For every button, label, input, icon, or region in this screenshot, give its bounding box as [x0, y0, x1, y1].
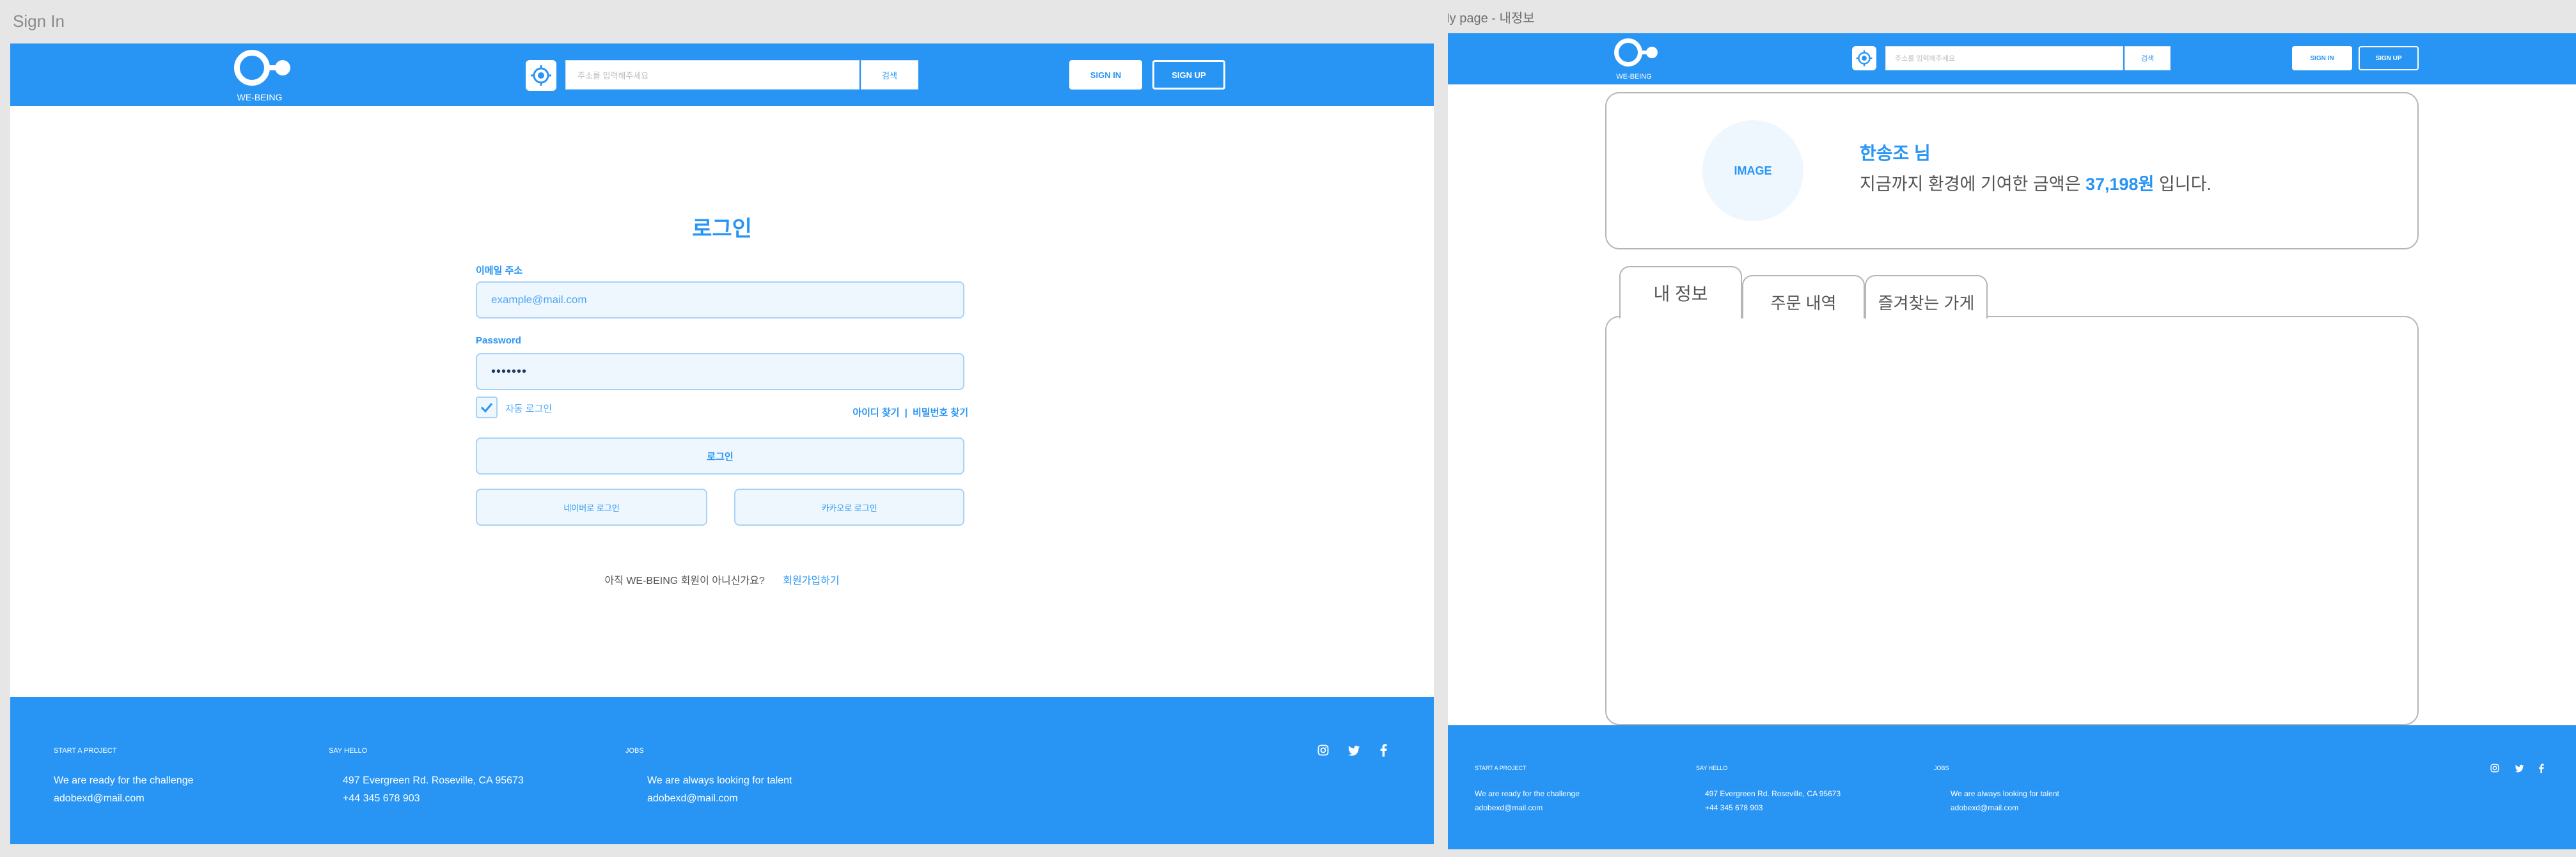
twitter-icon[interactable] — [1347, 743, 1361, 757]
logo[interactable]: WE-BEING — [215, 47, 304, 105]
logo[interactable]: WE-BEING — [1599, 37, 1669, 83]
search-button[interactable]: 검색 — [861, 60, 918, 90]
signin-header: WE-BEING 주소를 입력해주세요 검색 SIGN IN SIGN UP — [10, 43, 1434, 106]
footer-jobs-email[interactable]: adobexd@mail.com — [647, 793, 738, 805]
footer-jobs-email[interactable]: adobexd@mail.com — [1951, 803, 2018, 812]
naver-login-button[interactable]: 네이버로 로그인 — [476, 489, 707, 526]
tab-content-panel — [1605, 316, 2419, 725]
logo-ring-icon — [1614, 38, 1642, 67]
logo-text: WE-BEING — [237, 92, 283, 102]
footer-hello-phone: +44 345 678 903 — [343, 793, 420, 804]
email-placeholder: example@mail.com — [491, 294, 587, 306]
signin-frame: WE-BEING 주소를 입력해주세요 검색 SIGN IN SIGN UP 로… — [10, 43, 1434, 844]
contribution-prefix: 지금까지 환경에 기여한 금액은 — [1860, 175, 2081, 194]
signin-frame-title: Sign In — [13, 12, 65, 31]
search-input[interactable]: 주소를 입력해주세요 — [565, 60, 860, 90]
profile-card: IMAGE 한송조 님 지금까지 환경에 기여한 금액은 37,198원 입니다… — [1605, 92, 2419, 249]
link-divider: | — [904, 407, 907, 418]
not-member-text: 아직 WE-BEING 회원이 아니신가요? — [604, 576, 765, 586]
crosshair-icon — [531, 65, 551, 86]
footer-start-line1: We are ready for the challenge — [1475, 789, 1580, 798]
tab-order-history[interactable]: 주문 내역 — [1742, 275, 1865, 318]
login-heading: 로그인 — [692, 217, 752, 241]
twitter-icon[interactable] — [2513, 762, 2525, 774]
crosshair-icon — [1856, 50, 1873, 67]
find-account-links: 아이디 찾기 | 비밀번호 찾기 — [842, 405, 968, 419]
footer-hello-phone: +44 345 678 903 — [1705, 803, 1763, 812]
contribution-amount: 37,198원 — [2085, 175, 2155, 194]
footer-jobs-heading: JOBS — [625, 747, 644, 755]
kakao-login-button[interactable]: 카카오로 로그인 — [734, 489, 964, 526]
footer-hello-heading: SAY HELLO — [329, 747, 368, 755]
instagram-icon[interactable] — [1316, 743, 1330, 757]
mypage-frame-title: My page - 내정보 — [1448, 12, 1535, 26]
user-name: 한송조 님 — [1860, 143, 1931, 163]
logo-dot-icon — [275, 60, 290, 75]
tab-my-info[interactable]: 내 정보 — [1619, 266, 1742, 318]
footer-hello-address: 497 Evergreen Rd. Roseville, CA 95673 — [343, 775, 524, 786]
email-field[interactable]: example@mail.com — [476, 281, 964, 318]
facebook-icon[interactable] — [1376, 743, 1390, 757]
location-button[interactable] — [526, 60, 556, 91]
footer-hello-address: 497 Evergreen Rd. Roseville, CA 95673 — [1705, 789, 1841, 798]
footer-start-email[interactable]: adobexd@mail.com — [1475, 803, 1543, 812]
password-field[interactable]: ••••••• — [476, 353, 964, 390]
search-input[interactable]: 주소를 입력해주세요 — [1885, 46, 2123, 70]
auto-login-checkbox[interactable] — [476, 397, 498, 418]
footer-start-email[interactable]: adobexd@mail.com — [54, 793, 145, 805]
logo-text: WE-BEING — [1616, 73, 1652, 81]
mypage-frame: WE-BEING 주소를 입력해주세요 검색 SIGN IN SIGN UP I… — [1448, 33, 2576, 849]
footer-hello-heading: SAY HELLO — [1696, 765, 1728, 771]
footer-jobs-heading: JOBS — [1934, 765, 1949, 771]
contribution-text: 지금까지 환경에 기여한 금액은 37,198원 입니다. — [1860, 170, 2211, 195]
email-label: 이메일 주소 — [476, 265, 523, 276]
profile-image-placeholder: IMAGE — [1734, 164, 1772, 177]
location-button[interactable] — [1852, 46, 1876, 70]
logo-ring-icon — [234, 50, 270, 86]
signup-link[interactable]: 회원가입하기 — [783, 576, 839, 586]
profile-image[interactable]: IMAGE — [1702, 120, 1803, 221]
find-id-link[interactable]: 아이디 찾기 — [852, 407, 899, 418]
logo-dot-icon — [1646, 47, 1658, 58]
sign-up-button[interactable]: SIGN UP — [2359, 46, 2419, 70]
footer-start-heading: START A PROJECT — [54, 747, 117, 755]
search-placeholder: 주소를 입력해주세요 — [1895, 55, 1956, 63]
footer-jobs-line1: We are always looking for talent — [1951, 789, 2059, 798]
search-placeholder: 주소를 입력해주세요 — [577, 70, 649, 81]
sign-in-button[interactable]: SIGN IN — [1069, 60, 1142, 90]
check-icon — [480, 403, 493, 413]
instagram-icon[interactable] — [2489, 762, 2501, 774]
password-label: Password — [476, 335, 521, 346]
footer-jobs-line1: We are always looking for talent — [647, 775, 792, 786]
signup-prompt: 아직 WE-BEING 회원이 아니신가요? 회원가입하기 — [10, 572, 1434, 587]
tab-favorite-stores[interactable]: 즐겨찾는 가게 — [1865, 275, 1988, 318]
signin-footer: START A PROJECT We are ready for the cha… — [10, 697, 1434, 844]
sign-in-button[interactable]: SIGN IN — [2292, 46, 2352, 70]
mypage-header: WE-BEING 주소를 입력해주세요 검색 SIGN IN SIGN UP — [1448, 33, 2576, 84]
find-password-link[interactable]: 비밀번호 찾기 — [913, 407, 968, 418]
password-value: ••••••• — [491, 364, 528, 379]
footer-start-heading: START A PROJECT — [1475, 765, 1527, 771]
search-button[interactable]: 검색 — [2124, 46, 2171, 70]
facebook-icon[interactable] — [2535, 762, 2547, 774]
footer-start-line1: We are ready for the challenge — [54, 775, 194, 786]
login-button[interactable]: 로그인 — [476, 437, 964, 475]
auto-login-label: 자동 로그인 — [505, 404, 553, 414]
contribution-suffix: 입니다. — [2158, 175, 2211, 194]
sign-up-button[interactable]: SIGN UP — [1152, 60, 1225, 90]
mypage-footer: START A PROJECT We are ready for the cha… — [1448, 725, 2576, 849]
